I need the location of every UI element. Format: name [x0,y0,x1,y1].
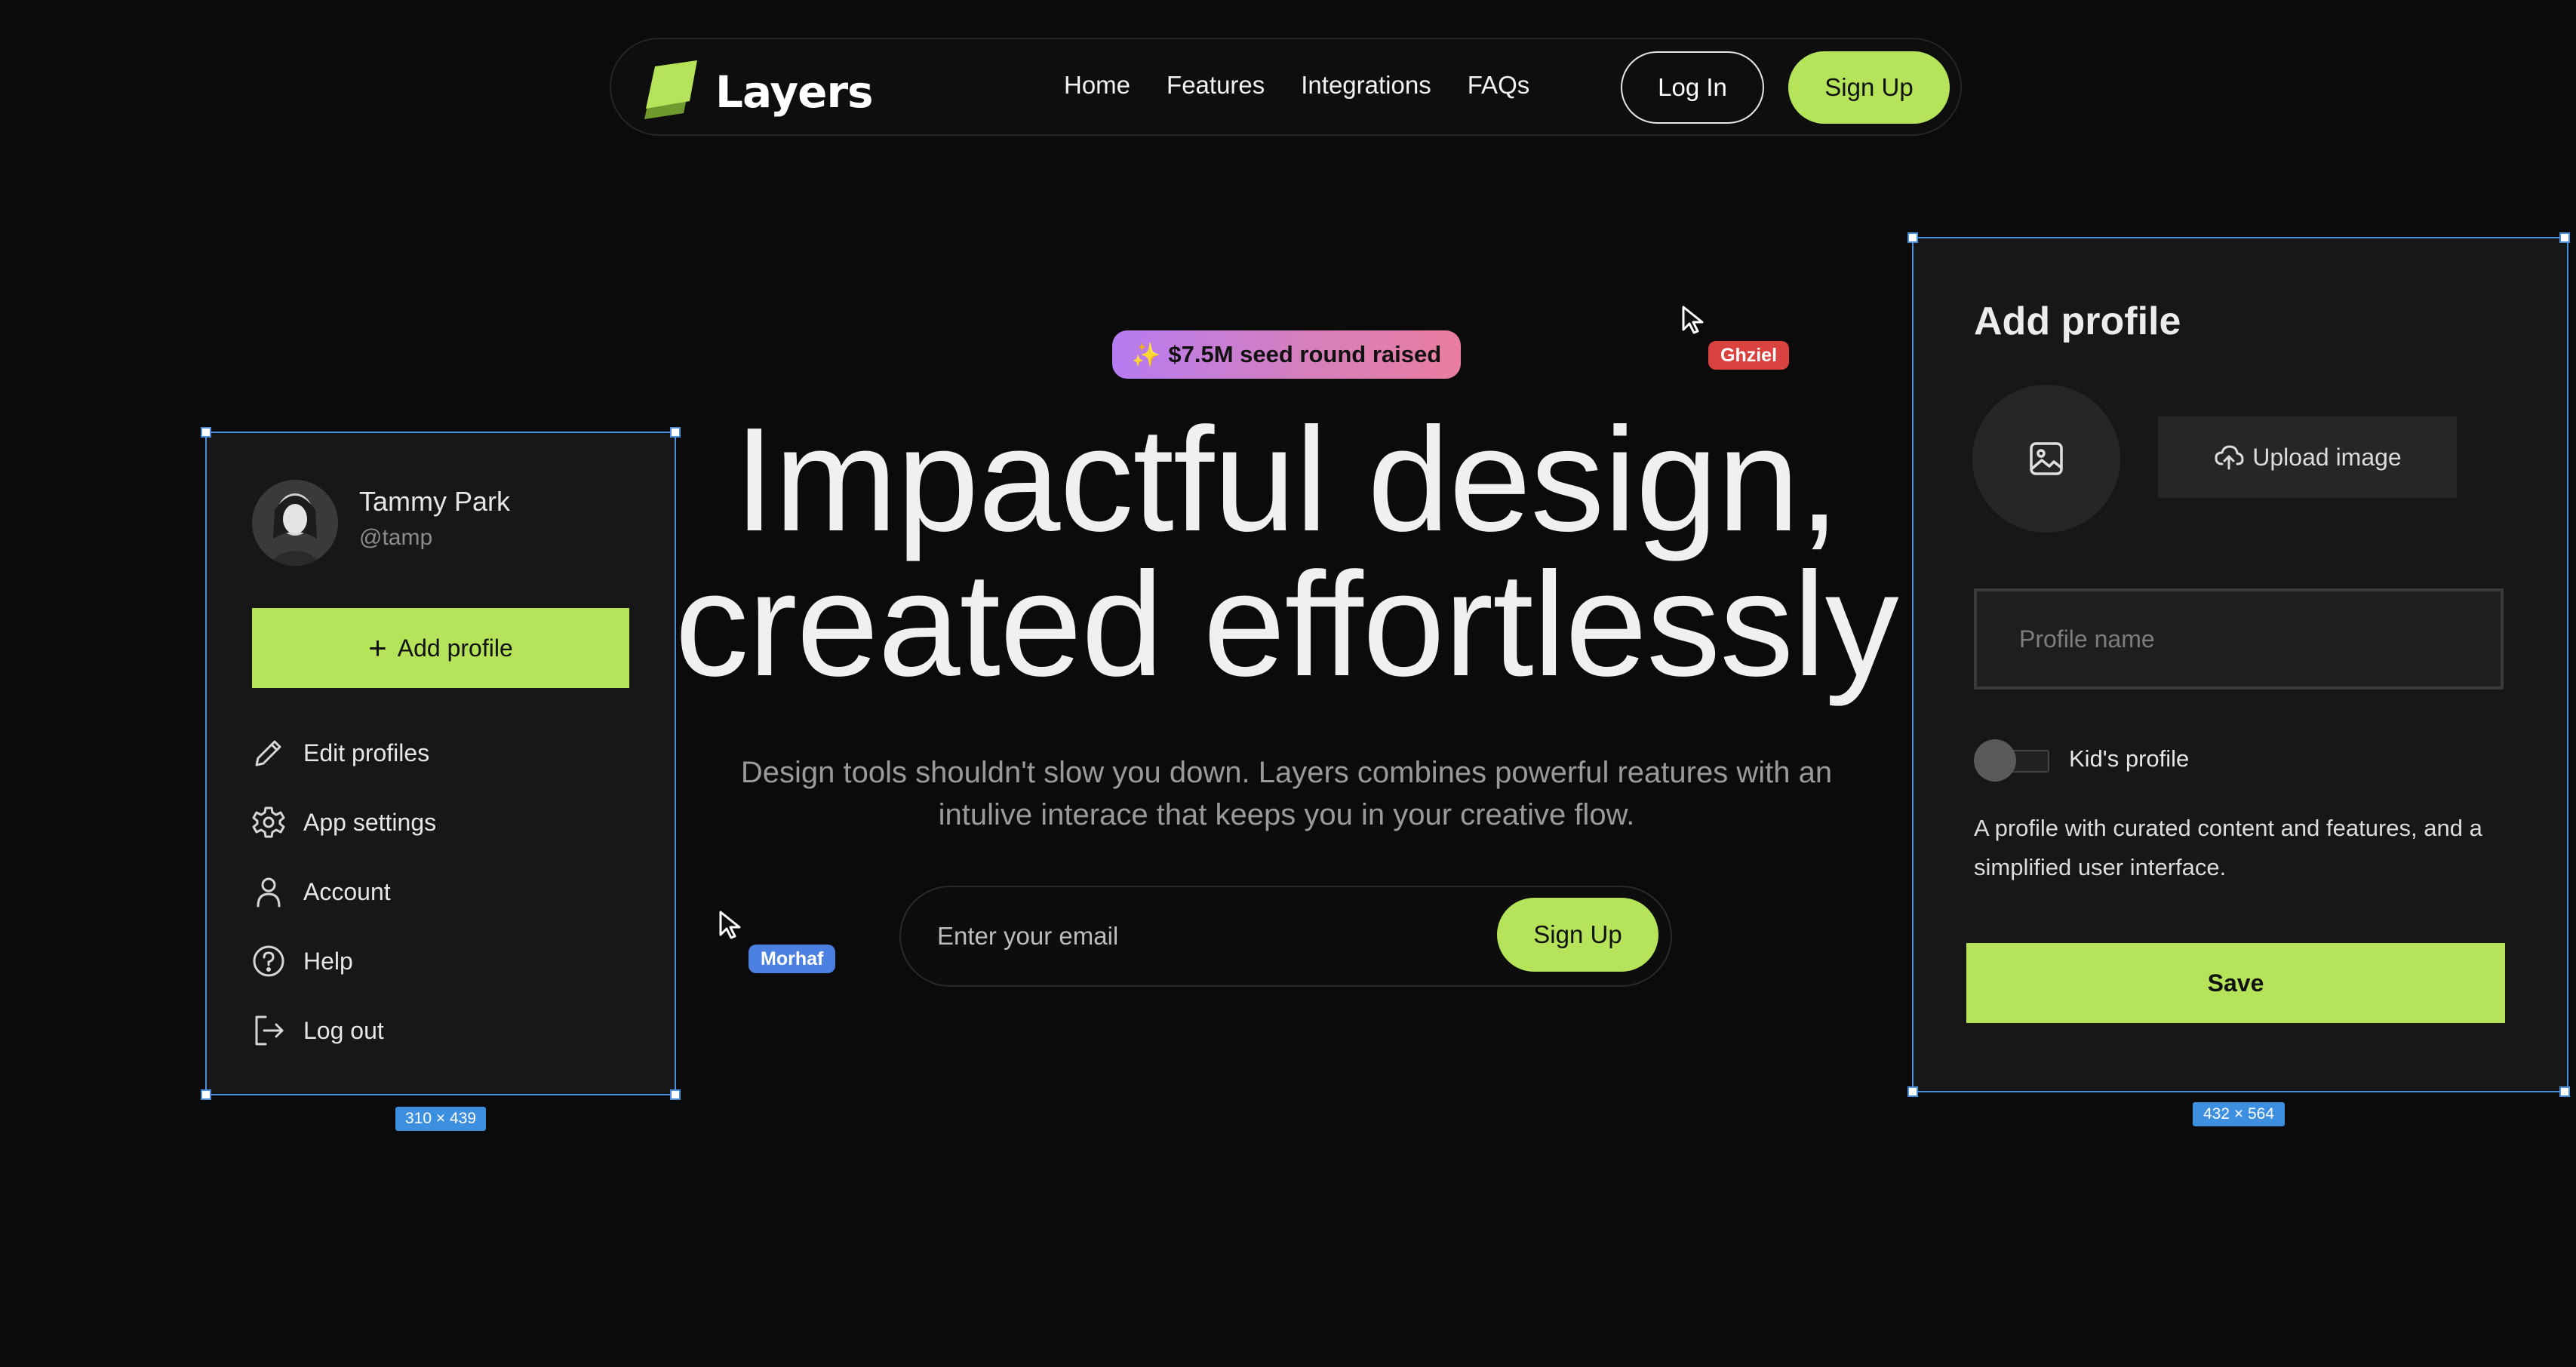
cursor-pointer-icon [1681,305,1708,335]
resize-handle[interactable] [2559,232,2570,243]
headline-line-2: created effortlessly [675,542,1898,707]
resize-handle[interactable] [1907,1086,1918,1097]
resize-handle[interactable] [201,427,211,438]
hero-headline: Impactful design, created effortlessly [649,406,1924,699]
collaborator-tag-morhaf: Morhaf [749,945,836,973]
hero-signup-button[interactable]: Sign Up [1497,898,1658,972]
top-nav: Layers Home Features Integrations FAQs L… [610,38,1962,136]
resize-handle[interactable] [201,1089,211,1100]
selection-frame-add-profile [1912,237,2568,1092]
resize-handle[interactable] [2559,1086,2570,1097]
resize-handle[interactable] [670,1089,681,1100]
badge-text: $7.5M seed round raised [1168,341,1442,367]
layers-logo-icon [637,56,705,127]
email-signup-form: Sign Up [899,886,1672,987]
selection-frame-profile-menu [205,432,676,1095]
nav-link-integrations[interactable]: Integrations [1301,71,1431,100]
sparkles-icon: ✨ [1131,341,1161,368]
logo[interactable]: Layers [637,56,874,127]
resize-handle[interactable] [670,427,681,438]
cursor-pointer-icon [718,910,745,940]
resize-handle[interactable] [1907,232,1918,243]
email-input[interactable] [937,910,1450,963]
nav-link-features[interactable]: Features [1167,71,1265,100]
hero-subtext: Design tools shouldn't slow you down. La… [740,756,1833,831]
dimension-label: 310 × 439 [395,1107,486,1131]
nav-signup-button[interactable]: Sign Up [1788,51,1950,124]
dimension-label: 432 × 564 [2193,1102,2285,1126]
nav-links: Home Features Integrations FAQs [1064,71,1566,100]
nav-link-faqs[interactable]: FAQs [1468,71,1530,100]
collaborator-tag-ghziel: Ghziel [1708,341,1790,370]
login-button[interactable]: Log In [1621,51,1764,124]
nav-link-home[interactable]: Home [1064,71,1130,100]
headline-line-1: Impactful design, [733,397,1840,562]
funding-badge[interactable]: ✨ $7.5M seed round raised [1112,330,1461,379]
logo-text: Layers [715,66,874,118]
